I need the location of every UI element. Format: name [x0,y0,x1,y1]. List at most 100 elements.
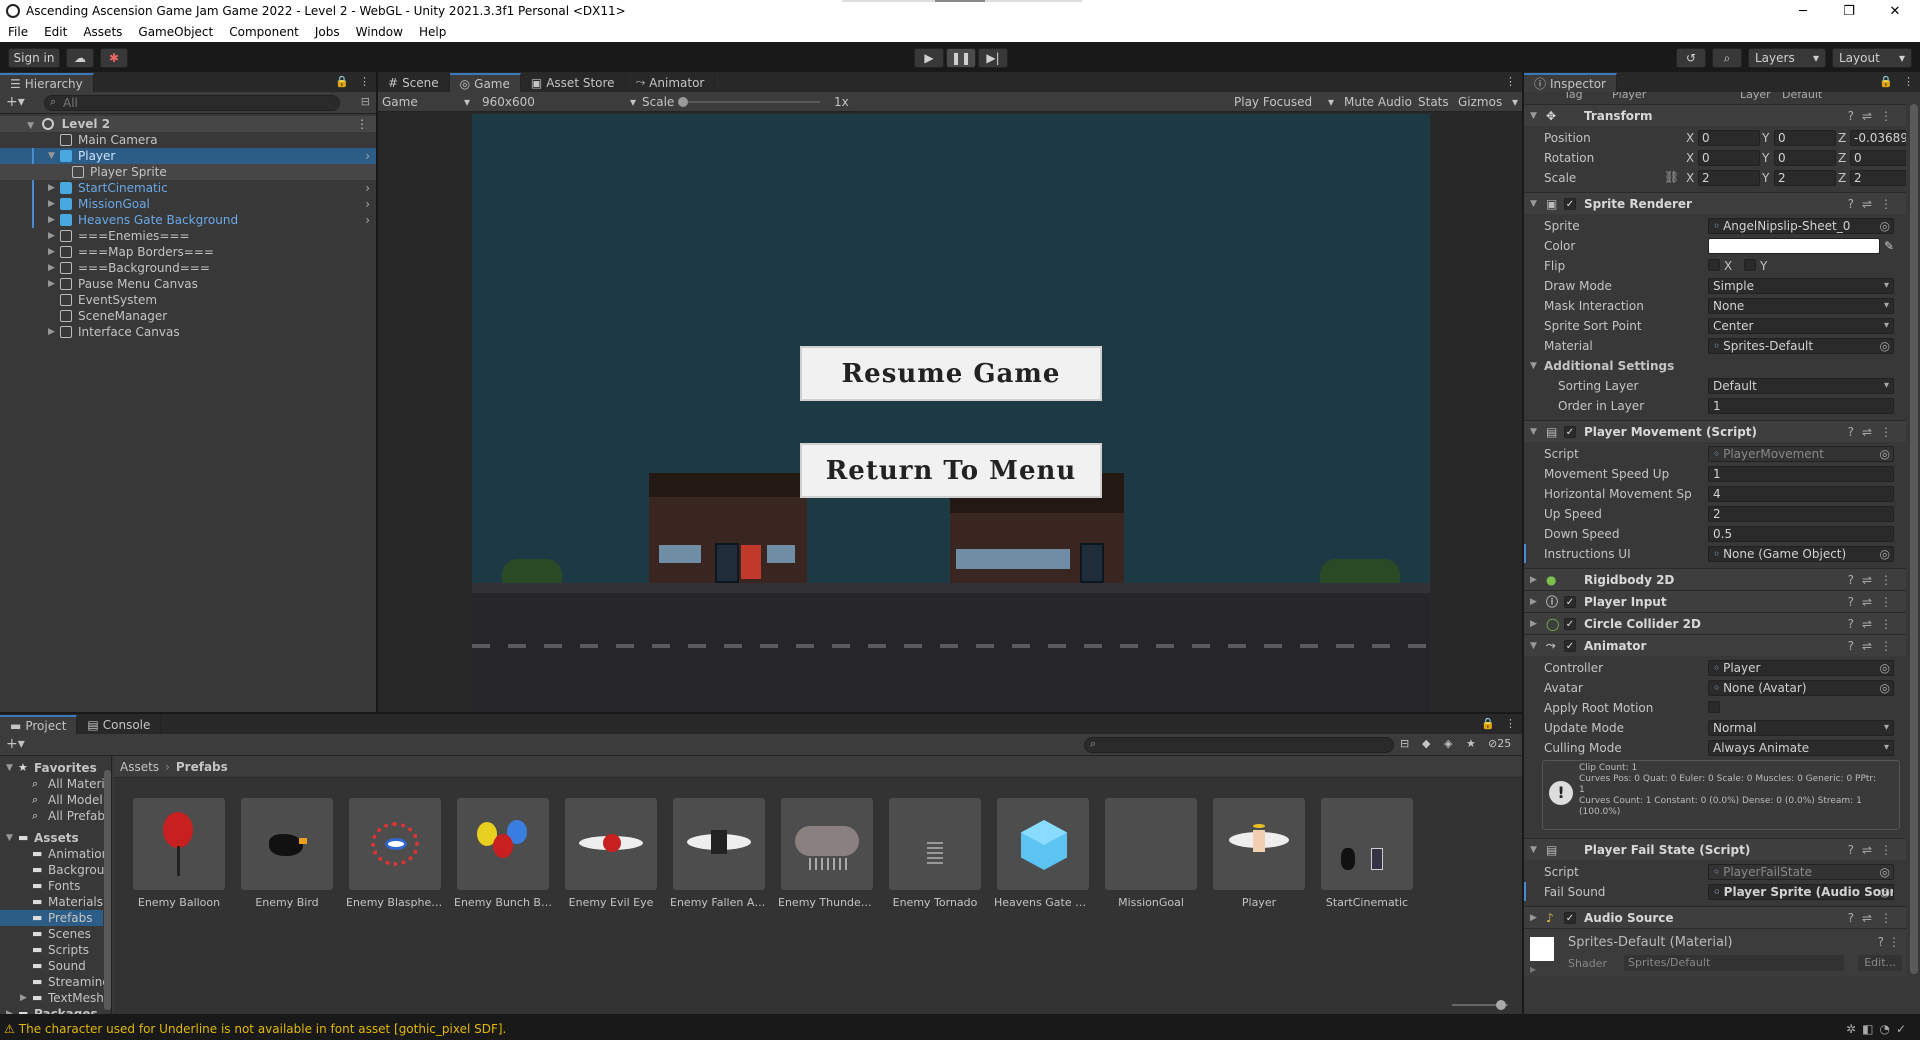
tag-dropdown[interactable]: Player [1612,92,1646,101]
more-icon[interactable]: ⋮ [356,116,368,132]
eyedropper-icon[interactable]: ✎ [1884,239,1894,253]
object-picker-icon[interactable]: ◎ [1880,661,1890,675]
property-field[interactable]: 2 [1708,505,1894,522]
menu-gameobject[interactable]: GameObject [130,25,221,39]
hierarchy-item[interactable]: ▶ ===Enemies=== [0,228,376,244]
scale-slider[interactable] [680,101,820,103]
expand-arrow-icon[interactable]: ▼ [1530,845,1537,855]
asset-tile[interactable]: Enemy Bunch Bal... [454,798,552,909]
asset-tile[interactable]: Player [1210,798,1308,909]
resume-game-button[interactable]: Resume Game [800,346,1102,401]
avatar-field[interactable]: ◦ None (Avatar) ◎ [1708,679,1894,696]
more-icon[interactable]: ⋮ [1505,75,1516,88]
preset-icon[interactable]: ⇌ [1862,197,1880,211]
tab-inspector[interactable]: ⓘ Inspector [1524,73,1617,92]
vector-z-field[interactable]: Z -0.03689 [1838,130,1906,146]
component-header[interactable]: ▶ ◯ ✓ Circle Collider 2D ?⇌⋮ [1524,612,1906,634]
help-icon[interactable]: ? [1848,911,1862,925]
tag-icon[interactable]: ◈ [1444,737,1452,750]
inspector-scrollbar[interactable] [1910,104,1918,974]
preset-icon[interactable]: ⇌ [1862,843,1880,857]
object-picker-icon[interactable]: ◎ [1880,681,1890,695]
expand-arrow-icon[interactable]: ▼ [48,148,55,164]
object-picker-icon[interactable]: ◎ [1880,447,1890,461]
expand-arrow-icon[interactable]: ▼ [6,830,13,846]
preset-icon[interactable]: ⇌ [1862,911,1880,925]
collapse-arrow-icon[interactable]: ▶ [48,276,55,292]
return-to-menu-button[interactable]: Return To Menu [800,443,1102,498]
culling-mode-dropdown[interactable]: Always Animate [1708,739,1894,756]
cache-icon[interactable]: ◧ [1862,1022,1879,1036]
asset-folder[interactable]: ▬ Animation [0,846,109,862]
vector-x-field[interactable]: X0 [1686,150,1760,166]
hierarchy-item[interactable]: EventSystem [0,292,376,308]
hierarchy-item[interactable]: Main Camera [0,132,376,148]
help-icon[interactable]: ? [1848,595,1862,609]
minimize-button[interactable]: ─ [1780,0,1826,22]
hierarchy-search-input[interactable]: All [44,95,340,111]
help-icon[interactable]: ? [1848,843,1862,857]
component-header[interactable]: ▼ ▤ Player Fail State (Script) ?⇌⋮ [1524,838,1906,860]
object-picker-icon[interactable]: ◎ [1880,219,1890,233]
asset-tile[interactable]: Enemy Blasphemy [346,798,444,909]
pause-button[interactable]: ❚❚ [946,48,976,68]
chevron-right-icon[interactable]: › [365,212,370,228]
collapse-arrow-icon[interactable]: ▶ [48,260,55,276]
breadcrumb-assets[interactable]: Assets [120,760,159,774]
layer-dropdown[interactable]: Default [1782,92,1822,101]
asset-tile[interactable]: Enemy Fallen An... [670,798,768,909]
chevron-right-icon[interactable]: › [365,180,370,196]
help-icon[interactable]: ? [1848,109,1862,123]
menu-file[interactable]: File [0,25,36,39]
vector-z-field[interactable]: Z2 [1838,170,1906,186]
hierarchy-item[interactable]: SceneManager [0,308,376,324]
vector-y-field[interactable]: Y2 [1762,170,1836,186]
enabled-checkbox[interactable]: ✓ [1564,640,1576,652]
expand-arrow-icon[interactable]: ▶ [6,1006,13,1014]
lock-icon[interactable]: 🔒 [1879,75,1893,88]
more-icon[interactable]: ⋮ [1880,197,1900,211]
assets-folder[interactable]: ▼ ▬ Assets [0,830,103,846]
shader-edit-button[interactable]: Edit... [1858,955,1902,971]
more-icon[interactable]: ⋮ [1903,75,1914,88]
scene-row[interactable]: ▼ Level 2 ⋮ [0,116,376,132]
material-field[interactable]: ◦ Sprites-Default ◎ [1708,337,1894,354]
preset-icon[interactable]: ⇌ [1862,639,1880,653]
component-header[interactable]: ▶ ● Rigidbody 2D ?⇌⋮ [1524,568,1906,590]
component-header[interactable]: ▼ ▣ ✓ Sprite Renderer ?⇌⋮ [1524,192,1906,214]
asset-folder[interactable]: ▬ Scripts [0,942,103,958]
menu-window[interactable]: Window [348,25,411,39]
asset-folder[interactable]: ▬ Scenes [0,926,103,942]
check-icon[interactable]: ✓ [1896,1022,1912,1036]
more-icon[interactable]: ⋮ [1880,639,1900,653]
preset-icon[interactable]: ⇌ [1862,573,1880,587]
vector-y-field[interactable]: Y0 [1762,150,1836,166]
object-picker-icon[interactable]: ◎ [1880,865,1890,879]
enabled-checkbox[interactable]: ✓ [1564,618,1576,630]
color-field[interactable] [1708,237,1880,254]
controller-field[interactable]: ◦ Player ◎ [1708,659,1894,676]
preset-icon[interactable]: ⇌ [1862,595,1880,609]
sign-in-button[interactable]: Sign in [8,48,60,68]
enabled-checkbox[interactable]: ✓ [1564,912,1576,924]
more-icon[interactable]: ⋮ [359,75,370,88]
component-header[interactable]: ▼ ▤ ✓ Player Movement (Script) ?⇌⋮ [1524,420,1906,442]
object-picker-icon[interactable]: ◎ [1880,885,1890,899]
asset-tile[interactable]: Enemy Thunder C... [778,798,876,909]
object-picker-icon[interactable]: ◎ [1880,547,1890,561]
asset-folder[interactable]: ▬ Backgrou [0,862,104,878]
lock-icon[interactable]: 🔒 [335,75,349,88]
help-icon[interactable]: ? [1848,617,1862,631]
more-icon[interactable]: ⋮ [1888,935,1900,949]
filter-label-icon[interactable]: ◆ [1422,737,1430,750]
asset-tile[interactable]: StartCinematic [1318,798,1416,909]
game-view[interactable]: Resume Game Return To Menu [472,114,1430,712]
sprite-field[interactable]: ◦ AngelNipslip-Sheet_0 ◎ [1708,217,1894,234]
help-icon[interactable]: ? [1848,425,1862,439]
favorite-item[interactable]: ⌕ All Materi [0,776,105,792]
close-button[interactable]: ✕ [1872,0,1918,22]
flip-y-checkbox[interactable] [1744,259,1756,271]
asset-folder[interactable]: ▬ Prefabs [0,910,103,926]
asset-tile[interactable]: MissionGoal [1102,798,1200,909]
property-field[interactable]: 4 [1708,485,1894,502]
